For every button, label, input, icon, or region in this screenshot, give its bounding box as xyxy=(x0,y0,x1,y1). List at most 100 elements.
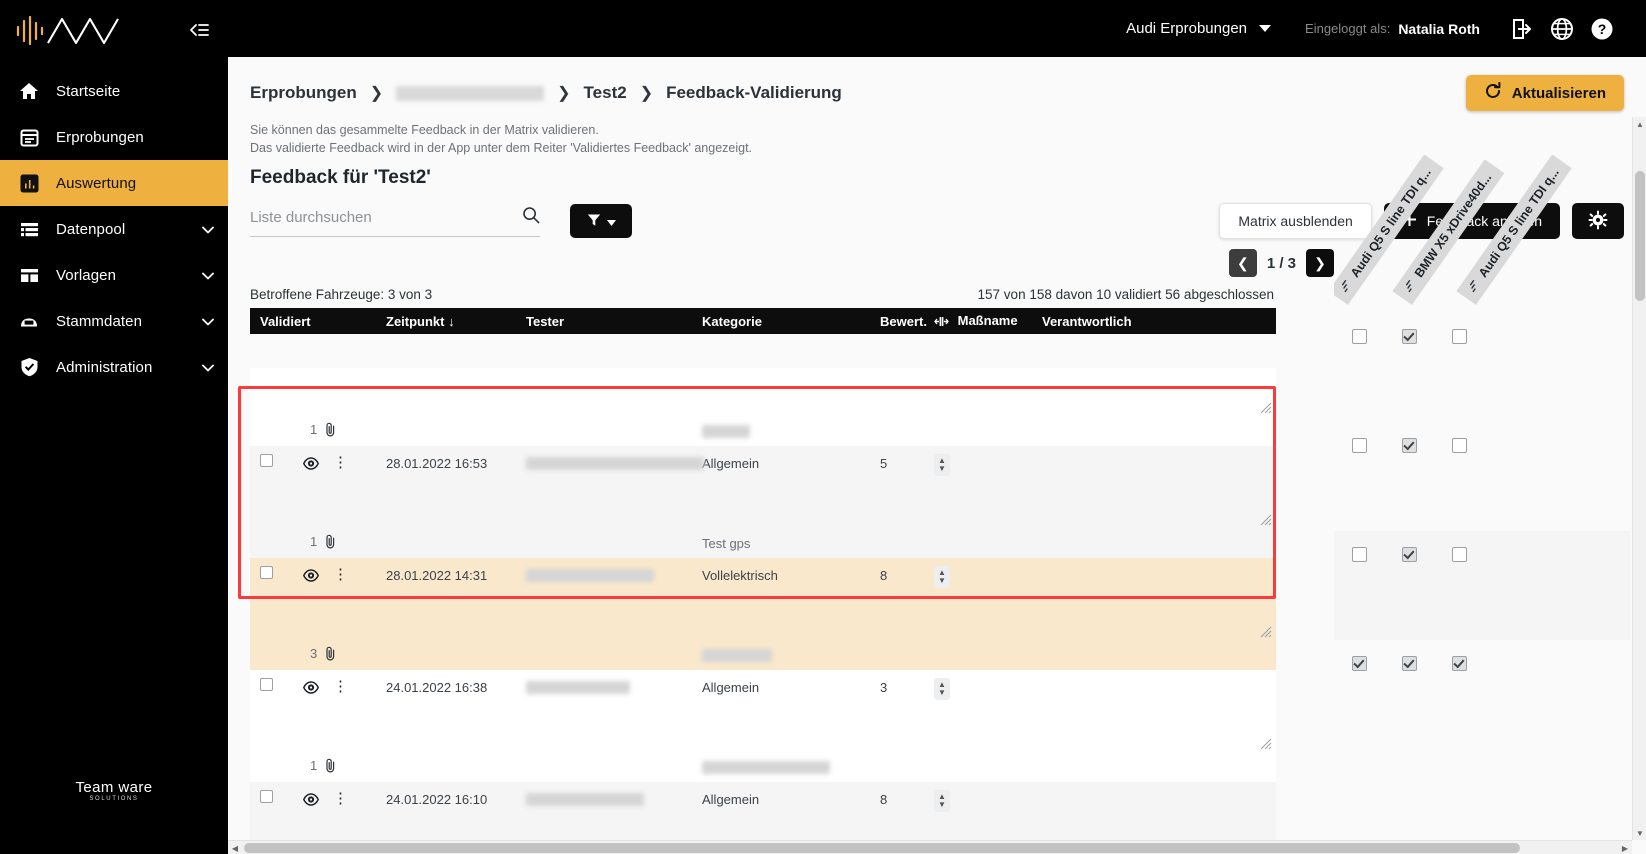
refresh-icon xyxy=(1484,81,1502,104)
paperclip-icon[interactable] xyxy=(325,422,336,440)
sidebar-item-vorlagen[interactable]: Vorlagen xyxy=(0,252,228,298)
stats-row: Betroffene Fahrzeuge: 3 von 3 157 von 15… xyxy=(228,277,1274,302)
spinner-stepper-icon[interactable]: ▲ ▼ xyxy=(934,790,950,813)
eye-icon[interactable] xyxy=(302,681,320,697)
column-header-tester[interactable]: Tester xyxy=(520,308,696,335)
sidebar-item-administration[interactable]: Administration xyxy=(0,344,228,390)
table-row[interactable]: ⋮ 28.01.2022 16:53 Allgemein 5 ▲ ▼ xyxy=(250,446,1276,481)
feedback-table-wrapper: Validiert Zeitpunkt ↓ Tester Kategorie B… xyxy=(228,302,1276,854)
paperclip-icon[interactable] xyxy=(325,646,336,664)
kebab-menu-icon[interactable]: ⋮ xyxy=(333,567,348,582)
table-row[interactable]: ⋮ 24.01.2022 16:38 Allgemein 3 ▲ ▼ xyxy=(250,670,1276,705)
help-icon[interactable]: ? xyxy=(1582,17,1622,41)
column-header-bewert[interactable]: Bewert. xyxy=(874,308,928,335)
matrix-validation-checkbox[interactable] xyxy=(1351,656,1367,672)
row-attachment-cell[interactable]: 1 xyxy=(250,752,696,783)
kebab-menu-icon[interactable]: ⋮ xyxy=(333,791,348,806)
kebab-menu-icon[interactable]: ⋮ xyxy=(333,679,348,694)
filter-button[interactable] xyxy=(570,204,632,239)
eye-icon[interactable] xyxy=(302,793,320,809)
table-row[interactable]: ⋮ 28.01.2022 14:31 Vollelektrisch 8 ▲ ▼ xyxy=(250,558,1276,593)
matrix-validation-checkbox[interactable] xyxy=(1451,329,1467,345)
kebab-menu-icon[interactable]: ⋮ xyxy=(333,455,348,470)
column-header-zeitpunkt[interactable]: Zeitpunkt ↓ xyxy=(380,308,520,335)
sidebar-item-label: Datenpool xyxy=(56,220,126,238)
row-bewertung-cell: 8 xyxy=(874,782,928,817)
tenant-selector[interactable]: Audi Erprobungen xyxy=(1126,20,1272,37)
eye-icon[interactable] xyxy=(302,457,320,473)
collapse-panel-icon[interactable] xyxy=(186,17,212,43)
spinner-stepper-icon[interactable]: ▲ ▼ xyxy=(934,566,950,589)
pagination-prev-button[interactable]: ❮ xyxy=(1228,249,1257,278)
table-row-footer: 1 xyxy=(250,416,1276,447)
sidebar-item-stammdaten[interactable]: Stammdaten xyxy=(0,298,228,344)
matrix-cell xyxy=(1384,656,1434,672)
resize-grip-icon[interactable] xyxy=(1260,401,1272,414)
matrix-validation-checkbox[interactable] xyxy=(1401,656,1417,672)
feedback-summary-label: 157 von 158 davon 10 validiert 56 abgesc… xyxy=(977,287,1274,303)
row-note-cell: Test gps xyxy=(696,528,1276,559)
horizontal-scroll-thumb[interactable] xyxy=(244,843,1520,853)
resize-grip-icon[interactable] xyxy=(1260,737,1272,750)
matrix-cell xyxy=(1384,329,1434,345)
sidebar-item-startseite[interactable]: Startseite xyxy=(0,68,228,114)
affected-vehicles-label: Betroffene Fahrzeuge: 3 von 3 xyxy=(250,287,433,303)
vertical-scroll-thumb[interactable] xyxy=(1635,171,1645,302)
row-attachment-cell[interactable]: 1 xyxy=(250,416,696,447)
matrix-validation-checkbox[interactable] xyxy=(1451,656,1467,672)
scroll-right-icon[interactable]: ▶ xyxy=(1618,841,1632,854)
matrix-vehicle-headers: Audi Q5 S line TDI q... BMW X5 xDrive40d… xyxy=(1334,117,1630,313)
pagination: ❮ 1 / 3 ❯ xyxy=(228,239,1356,278)
matrix-validation-checkbox[interactable] xyxy=(1401,438,1417,454)
matrix-cell xyxy=(1434,656,1484,672)
row-validated-checkbox[interactable] xyxy=(260,789,273,803)
row-tester-cell xyxy=(520,446,704,481)
sidebar-item-auswertung[interactable]: Auswertung xyxy=(0,160,228,206)
spinner-stepper-icon[interactable]: ▲ ▼ xyxy=(934,678,950,701)
sidebar-item-datenpool[interactable]: Datenpool xyxy=(0,206,228,252)
horizontal-scrollbar[interactable]: ◀ ▶ xyxy=(228,840,1632,854)
matrix-validation-checkbox[interactable] xyxy=(1351,547,1367,563)
sidebar-item-erprobungen[interactable]: Erprobungen xyxy=(0,114,228,160)
refresh-button[interactable]: Aktualisieren xyxy=(1465,75,1624,112)
matrix-validation-checkbox[interactable] xyxy=(1401,547,1417,563)
scroll-left-icon[interactable]: ◀ xyxy=(228,841,242,854)
resize-grip-icon[interactable] xyxy=(1260,513,1272,526)
breadcrumb-item-erprobungen[interactable]: Erprobungen xyxy=(250,83,357,103)
row-attachment-cell[interactable]: 1 xyxy=(250,528,696,559)
table-row-body xyxy=(250,704,1276,753)
row-validated-checkbox[interactable] xyxy=(260,565,273,579)
spinner-stepper-icon[interactable]: ▲ ▼ xyxy=(934,454,950,477)
resize-grip-icon[interactable] xyxy=(1260,625,1272,638)
sidebar-footer-logo: Team ware SOLUTIONS xyxy=(0,779,228,802)
row-verantwortlich-cell xyxy=(1036,670,1276,705)
row-attachment-cell[interactable]: 3 xyxy=(250,640,696,671)
breadcrumb-item-test2[interactable]: Test2 xyxy=(584,83,627,103)
paperclip-icon[interactable] xyxy=(325,758,336,776)
search-input[interactable] xyxy=(250,208,522,226)
matrix-validation-checkbox[interactable] xyxy=(1351,329,1367,345)
logout-icon[interactable] xyxy=(1502,18,1542,40)
pagination-next-button[interactable]: ❯ xyxy=(1306,249,1334,278)
matrix-validation-checkbox[interactable] xyxy=(1451,438,1467,454)
row-validated-checkbox[interactable] xyxy=(260,453,273,467)
column-header-kategorie[interactable]: Kategorie xyxy=(696,308,874,335)
search-icon[interactable] xyxy=(522,206,540,229)
column-header-verantwortlich[interactable]: Verantwortlich xyxy=(1036,308,1276,335)
column-header-massname[interactable]: Maßname xyxy=(928,308,1036,335)
globe-icon[interactable] xyxy=(1542,17,1582,41)
table-row[interactable]: ⋮ 24.01.2022 16:10 Allgemein 8 ▲ ▼ xyxy=(250,782,1276,817)
column-header-validiert[interactable]: Validiert xyxy=(250,308,380,335)
paperclip-icon[interactable] xyxy=(325,534,336,552)
eye-icon[interactable] xyxy=(302,569,320,585)
matrix-validation-checkbox[interactable] xyxy=(1401,329,1417,345)
vertical-scrollbar[interactable]: ▲ ▼ xyxy=(1632,117,1646,840)
row-validated-checkbox[interactable] xyxy=(260,677,273,691)
breadcrumb-item-redacted[interactable] xyxy=(396,85,545,101)
scroll-up-icon[interactable]: ▲ xyxy=(1633,117,1646,131)
matrix-validation-checkbox[interactable] xyxy=(1451,547,1467,563)
matrix-validation-checkbox[interactable] xyxy=(1351,438,1367,454)
scroll-down-icon[interactable]: ▼ xyxy=(1633,826,1646,840)
table-row-footer: 1 Test gps xyxy=(250,528,1276,559)
signal-icon xyxy=(1337,278,1355,296)
